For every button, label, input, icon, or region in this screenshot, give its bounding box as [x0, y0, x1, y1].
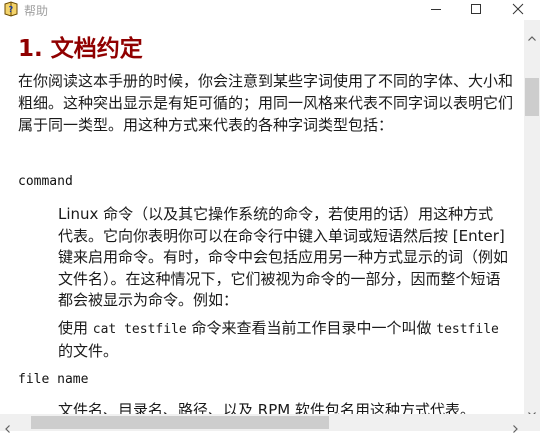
example-prefix: 使用 — [58, 319, 93, 337]
example-middle: 命令来查看当前工作目录中一个叫做 — [186, 319, 437, 337]
term-file-name: file name — [18, 372, 89, 387]
file-name-description: 文件名、目录名、路径、以及 RPM 软件包名用这种方式代表。 — [58, 401, 475, 414]
page-title: 1. 文档约定 — [18, 36, 143, 62]
horizontal-scrollbar[interactable] — [0, 414, 524, 433]
minimize-icon — [431, 9, 441, 10]
scrollbar-corner — [524, 414, 540, 431]
close-button[interactable] — [498, 0, 538, 18]
minimize-button[interactable] — [416, 0, 456, 18]
close-icon — [512, 3, 524, 15]
command-example: 使用 cat testfile 命令来查看当前工作目录中一个叫做 testfil… — [58, 318, 508, 362]
scroll-up-arrow-icon[interactable] — [528, 26, 536, 45]
vertical-scrollbar[interactable] — [524, 20, 540, 417]
window-title: 帮助 — [24, 4, 49, 18]
horizontal-scroll-thumb[interactable] — [31, 416, 329, 429]
help-content: 1. 文档约定 在你阅读这本手册的时候，你会注意到某些字词使用了不同的字体、大小… — [0, 20, 524, 414]
help-book-icon: ? — [3, 1, 19, 17]
maximize-button[interactable] — [456, 0, 496, 18]
scroll-left-arrow-icon[interactable] — [5, 418, 10, 437]
scroll-right-arrow-icon[interactable] — [513, 418, 518, 437]
example-code-command: cat testfile — [92, 322, 187, 337]
svg-text:?: ? — [9, 5, 14, 14]
title-bar: ? 帮助 — [0, 0, 540, 20]
example-code-filename: testfile — [436, 322, 499, 337]
maximize-icon — [471, 4, 481, 14]
term-command: command — [18, 174, 73, 189]
command-description: Linux 命令（以及其它操作系统的命令，若使用的话）用这种方式代表。它向你表明… — [58, 205, 509, 309]
example-suffix: 的文件。 — [58, 341, 119, 360]
intro-paragraph: 在你阅读这本手册的时候，你会注意到某些字词使用了不同的字体、大小和粗细。这种突出… — [18, 72, 514, 134]
vertical-scroll-thumb[interactable] — [525, 78, 539, 116]
